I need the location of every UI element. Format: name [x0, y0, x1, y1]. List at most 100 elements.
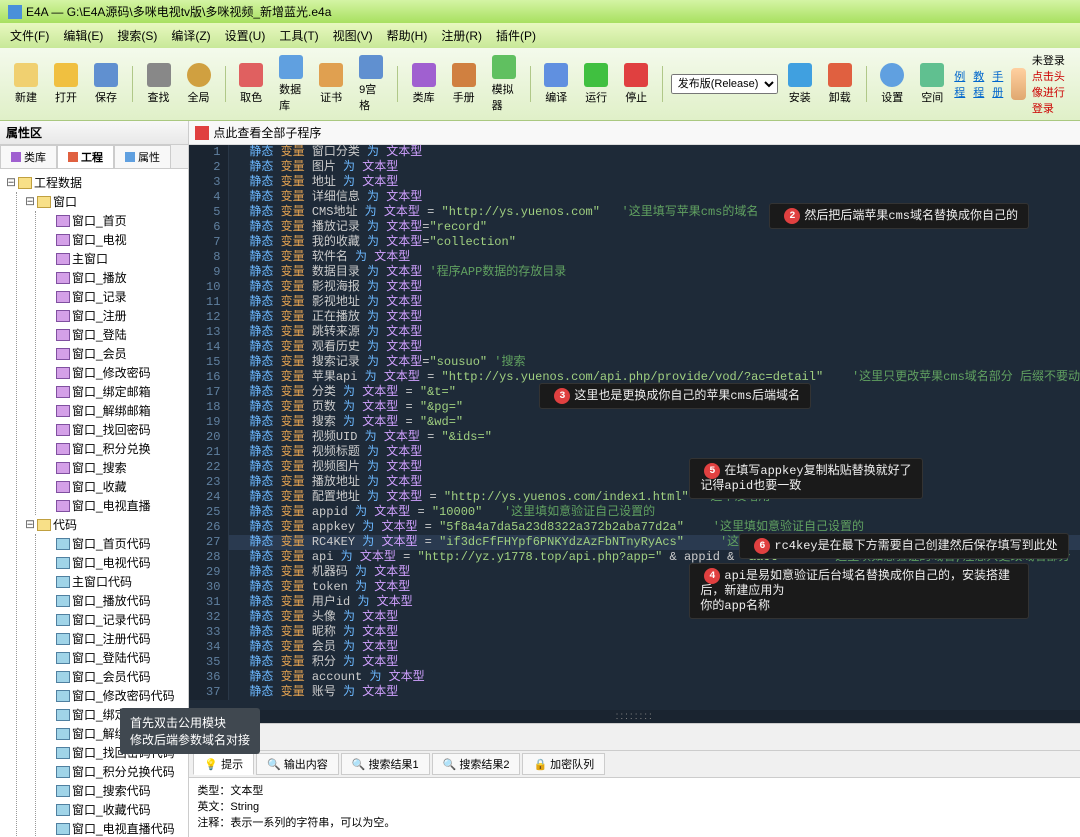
code-line[interactable]: 19静态 变量 搜索 为 文本型 = "&wd=" [189, 415, 1080, 430]
tree-window[interactable]: 窗口_会员 [40, 344, 186, 363]
btab-search2[interactable]: 🔍搜索结果2 [432, 753, 521, 775]
tree-window[interactable]: 窗口_记录 [40, 287, 186, 306]
menu-compile[interactable]: 编译(Z) [165, 25, 216, 46]
code-line[interactable]: 5静态 变量 CMS地址 为 文本型 = "http://ys.yuenos.c… [189, 205, 1080, 220]
btab-encrypt[interactable]: 🔒加密队列 [522, 753, 605, 775]
link-examples[interactable]: 例程 [954, 68, 965, 100]
tool-open[interactable]: 打开 [48, 61, 84, 107]
code-line[interactable]: 27静态 变量 RC4KEY 为 文本型 = "if3dcFfFHYpf6PNK… [189, 535, 1080, 550]
tool-manual[interactable]: 手册 [446, 61, 482, 107]
tree-code[interactable]: 窗口_积分兑换代码 [40, 762, 186, 781]
tab-project[interactable]: 工程 [57, 145, 114, 168]
link-manual[interactable]: 手册 [992, 68, 1003, 100]
code-line[interactable]: 35静态 变量 积分 为 文本型 [189, 655, 1080, 670]
code-line[interactable]: 13静态 变量 跳转来源 为 文本型 [189, 325, 1080, 340]
code-editor[interactable]: 1静态 变量 窗口分类 为 文本型2静态 变量 图片 为 文本型3静态 变量 地… [189, 145, 1080, 710]
tool-lib[interactable]: 类库 [406, 61, 442, 107]
menu-help[interactable]: 帮助(H) [381, 25, 434, 46]
tree-window[interactable]: 窗口_登陆 [40, 325, 186, 344]
code-line[interactable]: 34静态 变量 会员 为 文本型 [189, 640, 1080, 655]
tree-code[interactable]: 窗口_记录代码 [40, 610, 186, 629]
code-line[interactable]: 8静态 变量 软件名 为 文本型 [189, 250, 1080, 265]
tool-stop[interactable]: 停止 [618, 61, 654, 107]
code-line[interactable]: 20静态 变量 视频UID 为 文本型 = "&ids=" [189, 430, 1080, 445]
code-line[interactable]: 17静态 变量 分类 为 文本型 = "&t="3这里也是更换成你自己的苹果cm… [189, 385, 1080, 400]
code-line[interactable]: 7静态 变量 我的收藏 为 文本型="collection" [189, 235, 1080, 250]
tool-save[interactable]: 保存 [88, 61, 124, 107]
btab-hint[interactable]: 💡提示 [193, 753, 254, 775]
tool-new[interactable]: 新建 [8, 61, 44, 107]
code-line[interactable]: 24静态 变量 配置地址 为 文本型 = "http://ys.yuenos.c… [189, 490, 1080, 505]
release-select[interactable]: 发布版(Release) [671, 74, 778, 94]
tree-window[interactable]: 窗口_积分兑换 [40, 439, 186, 458]
breadcrumb[interactable]: 点此查看全部子程序 [189, 121, 1080, 145]
tree-window[interactable]: 窗口_绑定邮箱 [40, 382, 186, 401]
tree-windows[interactable]: ⊟窗口 [21, 192, 186, 211]
tree-root[interactable]: ⊟工程数据 [2, 173, 186, 192]
tree-code[interactable]: 窗口_电视代码 [40, 553, 186, 572]
menu-file[interactable]: 文件(F) [4, 25, 55, 46]
tab-props[interactable]: 属性 [114, 145, 171, 168]
code-line[interactable]: 22静态 变量 视频图片 为 文本型5在填写appkey复制粘贴替换就好了记得a… [189, 460, 1080, 475]
btab-output[interactable]: 🔍输出内容 [256, 753, 339, 775]
tree-window[interactable]: 窗口_首页 [40, 211, 186, 230]
code-line[interactable]: 14静态 变量 观看历史 为 文本型 [189, 340, 1080, 355]
tool-install[interactable]: 安装 [782, 61, 818, 107]
code-line[interactable]: 3静态 变量 地址 为 文本型 [189, 175, 1080, 190]
tool-9grid[interactable]: 9宫格 [353, 53, 389, 115]
menu-edit[interactable]: 编辑(E) [57, 25, 109, 46]
tool-global[interactable]: 全局 [181, 61, 217, 107]
tree-code[interactable]: 窗口_电视直播代码 [40, 819, 186, 837]
tree-code[interactable]: 窗口_会员代码 [40, 667, 186, 686]
code-line[interactable]: 23静态 变量 播放地址 为 文本型 [189, 475, 1080, 490]
tool-space[interactable]: 空间 [914, 61, 950, 107]
tree-code-group[interactable]: ⊟代码 [21, 515, 186, 534]
code-line[interactable]: 2静态 变量 图片 为 文本型 [189, 160, 1080, 175]
tree-window[interactable]: 窗口_搜索 [40, 458, 186, 477]
tree-window[interactable]: 窗口_收藏 [40, 477, 186, 496]
tree-window[interactable]: 窗口_注册 [40, 306, 186, 325]
code-line[interactable]: 25静态 变量 appid 为 文本型 = "10000" '这里填如意验证自己… [189, 505, 1080, 520]
tree-code[interactable]: 窗口_修改密码代码 [40, 686, 186, 705]
code-line[interactable]: 37静态 变量 账号 为 文本型 [189, 685, 1080, 700]
code-line[interactable]: 21静态 变量 视频标题 为 文本型 [189, 445, 1080, 460]
tool-find[interactable]: 查找 [141, 61, 177, 107]
code-line[interactable]: 33静态 变量 昵称 为 文本型 [189, 625, 1080, 640]
menu-view[interactable]: 视图(V) [327, 25, 379, 46]
login-area[interactable]: 未登录 点击头像进行登录 [1011, 52, 1072, 116]
code-line[interactable]: 36静态 变量 account 为 文本型 [189, 670, 1080, 685]
btab-search1[interactable]: 🔍搜索结果1 [341, 753, 430, 775]
tool-emulator[interactable]: 模拟器 [486, 53, 522, 115]
tree-code[interactable]: 窗口_收藏代码 [40, 800, 186, 819]
tree-code[interactable]: 窗口_登陆代码 [40, 648, 186, 667]
tool-db[interactable]: 数据库 [273, 53, 309, 115]
tree-window[interactable]: 窗口_解绑邮箱 [40, 401, 186, 420]
tree-window[interactable]: 窗口_电视 [40, 230, 186, 249]
code-line[interactable]: 15静态 变量 搜索记录 为 文本型="sousuo" '搜索 [189, 355, 1080, 370]
link-tutorial[interactable]: 教程 [973, 68, 984, 100]
tree-window[interactable]: 窗口_播放 [40, 268, 186, 287]
tree-window[interactable]: 主窗口 [40, 249, 186, 268]
tool-compile[interactable]: 编译 [538, 61, 574, 107]
tree-window[interactable]: 窗口_修改密码 [40, 363, 186, 382]
menu-plugin[interactable]: 插件(P) [490, 25, 542, 46]
code-line[interactable]: 12静态 变量 正在播放 为 文本型 [189, 310, 1080, 325]
menu-search[interactable]: 搜索(S) [111, 25, 163, 46]
tree-code[interactable]: 窗口_搜索代码 [40, 781, 186, 800]
code-line[interactable]: 10静态 变量 影视海报 为 文本型 [189, 280, 1080, 295]
menu-register[interactable]: 注册(R) [435, 25, 488, 46]
tree-window[interactable]: 窗口_找回密码 [40, 420, 186, 439]
tree-code[interactable]: 窗口_首页代码 [40, 534, 186, 553]
code-line[interactable]: 11静态 变量 影视地址 为 文本型 [189, 295, 1080, 310]
menu-settings[interactable]: 设置(U) [219, 25, 272, 46]
tool-settings[interactable]: 设置 [874, 61, 910, 107]
tree-code[interactable]: 窗口_注册代码 [40, 629, 186, 648]
code-line[interactable]: 29静态 变量 机器码 为 文本型4api是易如意验证后台域名替换成你自己的，安… [189, 565, 1080, 580]
code-line[interactable]: 1静态 变量 窗口分类 为 文本型 [189, 145, 1080, 160]
scrollbar-horizontal[interactable]: :::::::: [189, 710, 1080, 723]
tab-lib[interactable]: 类库 [0, 145, 57, 168]
tree-code[interactable]: 主窗口代码 [40, 572, 186, 591]
tool-cert[interactable]: 证书 [313, 61, 349, 107]
tree-code[interactable]: 窗口_播放代码 [40, 591, 186, 610]
tool-color[interactable]: 取色 [233, 61, 269, 107]
